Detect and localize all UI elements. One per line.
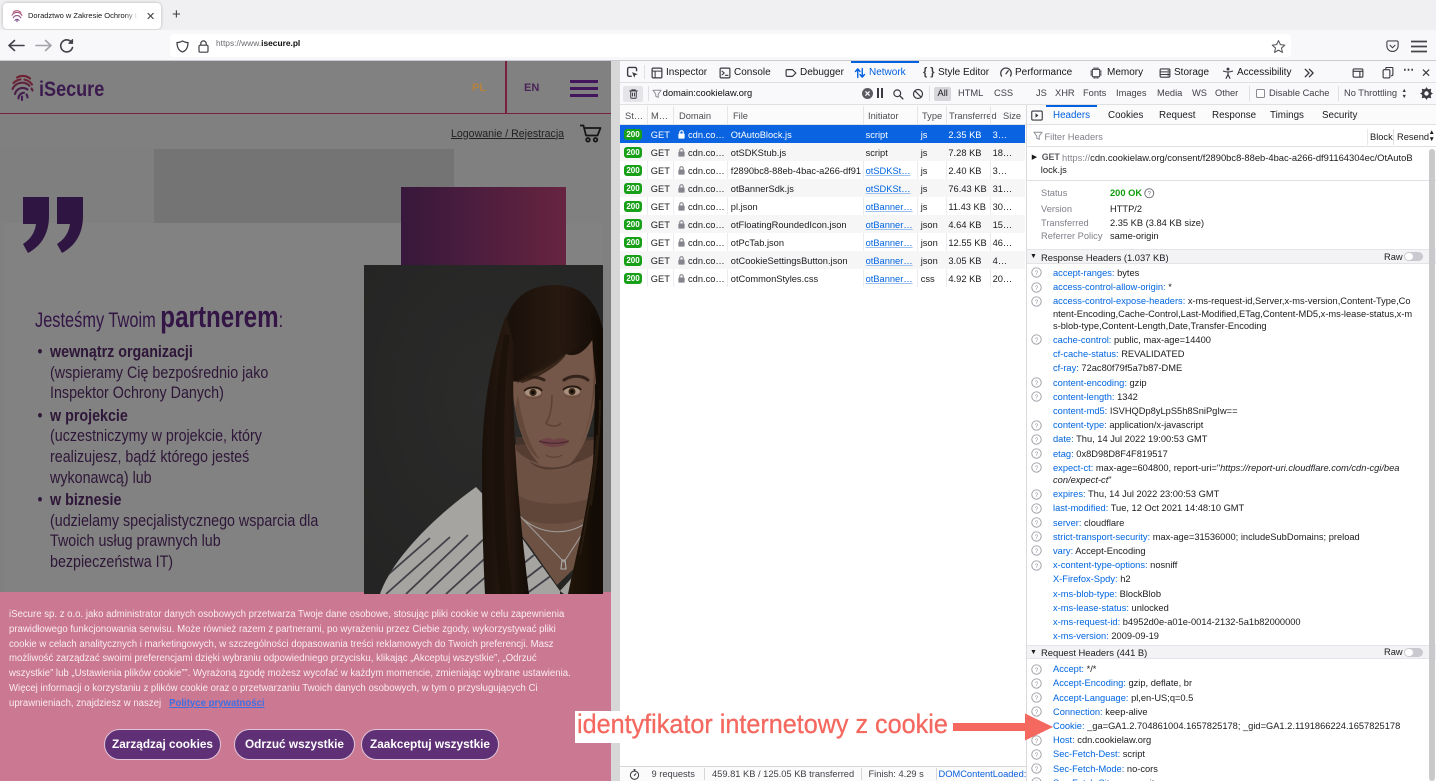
svg-text:?: ? bbox=[1035, 337, 1039, 344]
svg-text:?: ? bbox=[1035, 506, 1039, 513]
svg-text:?: ? bbox=[1035, 548, 1039, 555]
svg-text:?: ? bbox=[1035, 270, 1039, 277]
svg-text:?: ? bbox=[1035, 491, 1039, 498]
svg-text:?: ? bbox=[1035, 465, 1039, 472]
svg-text:?: ? bbox=[1035, 520, 1039, 527]
svg-text:?: ? bbox=[1035, 563, 1039, 570]
svg-text:?: ? bbox=[1035, 681, 1039, 688]
svg-text:?: ? bbox=[1035, 451, 1039, 458]
svg-text:?: ? bbox=[1147, 190, 1151, 197]
svg-text:?: ? bbox=[1035, 380, 1039, 387]
svg-text:?: ? bbox=[1035, 437, 1039, 444]
svg-text:?: ? bbox=[1035, 766, 1039, 773]
svg-text:?: ? bbox=[1035, 394, 1039, 401]
svg-text:?: ? bbox=[1035, 299, 1039, 306]
svg-text:?: ? bbox=[1035, 284, 1039, 291]
svg-text:?: ? bbox=[1035, 695, 1039, 702]
svg-text:?: ? bbox=[1035, 534, 1039, 541]
svg-text:?: ? bbox=[1035, 667, 1039, 674]
svg-text:?: ? bbox=[1035, 422, 1039, 429]
svg-text:?: ? bbox=[1035, 752, 1039, 759]
